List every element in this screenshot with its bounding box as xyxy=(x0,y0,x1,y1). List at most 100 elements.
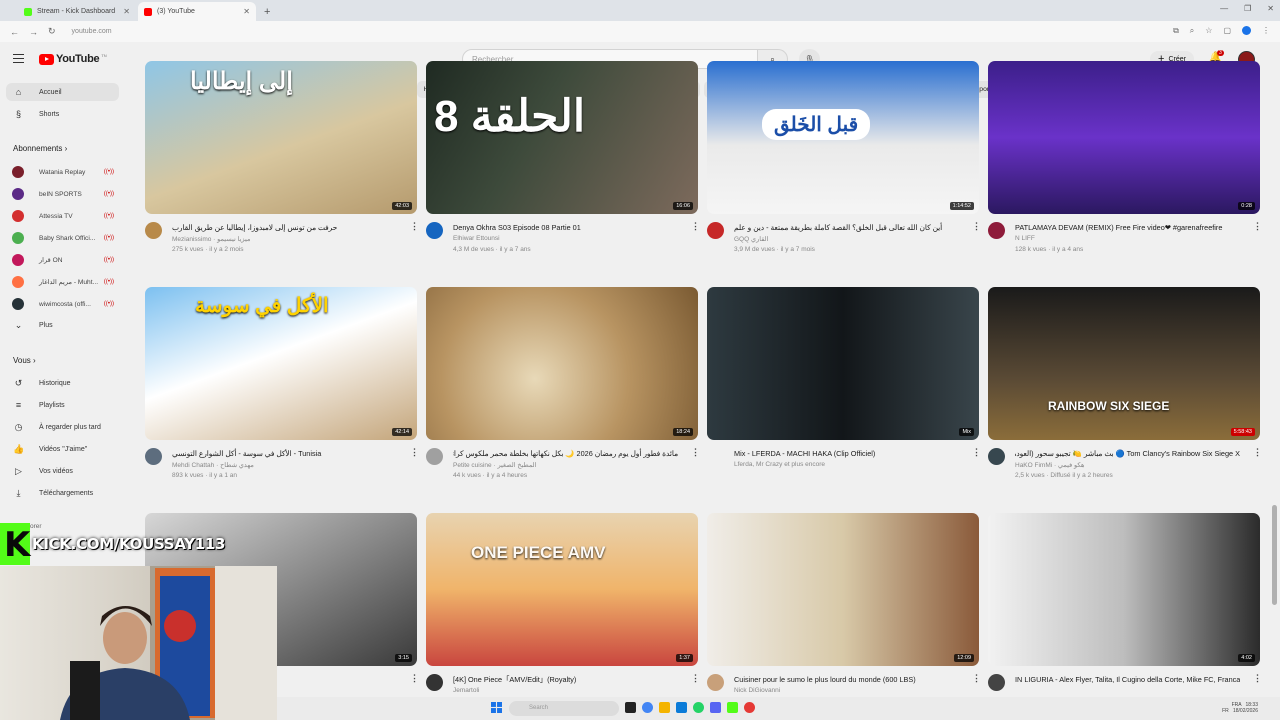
video-channel[interactable]: Mehdi Chattah · مهدي شطاح xyxy=(172,461,254,469)
channel-avatar[interactable] xyxy=(707,674,724,691)
more-actions-icon[interactable]: ⋮ xyxy=(1253,673,1262,684)
subscription-item[interactable]: قرار ON ((•)) xyxy=(12,251,122,269)
video-channel[interactable]: Jemartoli xyxy=(453,687,479,694)
opera-icon[interactable] xyxy=(744,702,755,713)
more-actions-icon[interactable]: ⋮ xyxy=(410,221,419,232)
channel-avatar[interactable] xyxy=(707,222,724,239)
reload-icon[interactable]: ↻ xyxy=(48,26,56,37)
more-actions-icon[interactable]: ⋮ xyxy=(691,221,700,232)
browser-tab-youtube[interactable]: (3) YouTube ✕ xyxy=(138,2,256,21)
video-channel[interactable]: Mezianissimo · ميزيا نيسيمو xyxy=(172,235,250,243)
video-title[interactable]: حرفت من تونس إلى لامبدوزا، إيطاليا عن طر… xyxy=(172,222,397,233)
subscriptions-header[interactable]: Abonnements › xyxy=(13,144,67,153)
video-thumbnail[interactable]: قبل الخَلق 1:14:52 xyxy=(707,61,979,214)
taskview-icon[interactable] xyxy=(625,702,636,713)
more-actions-icon[interactable]: ⋮ xyxy=(972,447,981,458)
video-title[interactable]: Tunisia - الأكل في سوسة - أكل الشوارع ال… xyxy=(172,448,397,459)
video-title[interactable]: Cuisiner pour le sumo le plus lourd du m… xyxy=(734,674,959,685)
sidebar-item-you-3[interactable]: 👍 Vidéos "J'aime" xyxy=(0,440,125,458)
more-actions-icon[interactable]: ⋮ xyxy=(972,221,981,232)
subscription-item[interactable]: Baby Shark Offici... ((•)) xyxy=(12,229,122,247)
browser-menu-icon[interactable]: ⋮ xyxy=(1262,26,1270,36)
sidebar-item-you-1[interactable]: ≡ Playlists xyxy=(0,396,125,414)
more-actions-icon[interactable]: ⋮ xyxy=(1253,447,1262,458)
subscription-item[interactable]: beIN SPORTS ((•)) xyxy=(12,185,122,203)
close-window-icon[interactable]: ✕ xyxy=(1267,4,1274,13)
video-title[interactable]: [4K] One Piece「AMV/Edit」(Royalty) xyxy=(453,674,678,685)
channel-avatar[interactable] xyxy=(426,448,443,465)
video-title[interactable]: Mix - LFERDA - MACHI HAKA (Clip Officiel… xyxy=(734,448,959,459)
video-title[interactable]: Denya Okhra S03 Episode 08 Partie 01 xyxy=(453,222,678,233)
forward-icon[interactable]: → xyxy=(29,27,38,37)
new-tab-icon[interactable]: + xyxy=(264,6,270,18)
extensions-icon[interactable]: ▢ xyxy=(1223,26,1231,36)
discord-icon[interactable] xyxy=(710,702,721,713)
whatsapp-icon[interactable] xyxy=(693,702,704,713)
video-title[interactable]: أين كان الله تعالى قبل الخلق؟ القصة كامل… xyxy=(734,222,959,233)
close-tab-icon[interactable]: ✕ xyxy=(243,7,250,16)
obs-icon[interactable] xyxy=(727,702,738,713)
bookmark-star-icon[interactable]: ☆ xyxy=(1205,26,1212,36)
maximize-icon[interactable]: ❐ xyxy=(1244,4,1251,13)
sidebar-item-you-0[interactable]: ↺ Historique xyxy=(0,374,125,392)
more-actions-icon[interactable]: ⋮ xyxy=(691,447,700,458)
channel-avatar[interactable] xyxy=(988,222,1005,239)
more-actions-icon[interactable]: ⋮ xyxy=(1253,221,1262,232)
video-channel[interactable]: Petite cuisine · المطبخ الصغير xyxy=(453,461,536,469)
video-thumbnail[interactable]: Mix xyxy=(707,287,979,440)
browser-tab-kick[interactable]: Stream - Kick Dashboard ✕ xyxy=(18,2,136,21)
page-scrollbar[interactable] xyxy=(1272,505,1277,605)
channel-avatar[interactable] xyxy=(426,674,443,691)
sidebar-item-you-5[interactable]: ⤓ Téléchargements xyxy=(0,484,125,502)
video-title[interactable]: PATLAMAYA DEVAM (REMIX) Free Fire video❤… xyxy=(1015,222,1240,233)
youtube-logo[interactable]: YouTube TN xyxy=(39,53,107,65)
more-actions-icon[interactable]: ⋮ xyxy=(691,673,700,684)
subscription-item[interactable]: Watania Replay ((•)) xyxy=(12,163,122,181)
video-channel[interactable]: Lferda, Mr Crazy et plus encore xyxy=(734,461,825,468)
video-thumbnail[interactable]: 4:02 xyxy=(988,513,1260,666)
video-thumbnail[interactable]: RAINBOW SIX SIEGE 5:58:43 xyxy=(988,287,1260,440)
minimize-icon[interactable]: — xyxy=(1220,4,1228,13)
taskbar-search[interactable]: Search xyxy=(509,701,619,716)
channel-avatar[interactable] xyxy=(145,448,162,465)
video-channel[interactable]: Nick DiGiovanni xyxy=(734,687,780,694)
video-thumbnail[interactable]: 8 الحلقة 16:06 xyxy=(426,61,698,214)
edge-icon[interactable] xyxy=(676,702,687,713)
subscription-item[interactable]: Attessia TV ((•)) xyxy=(12,207,122,225)
video-thumbnail[interactable]: الأكل في سوسة 42:14 xyxy=(145,287,417,440)
video-thumbnail[interactable]: إلى إيطاليا 42:03 xyxy=(145,61,417,214)
subscription-item[interactable]: مريم الداغار - Muht... ((•)) xyxy=(12,273,122,291)
channel-avatar[interactable] xyxy=(988,674,1005,691)
channel-avatar[interactable] xyxy=(426,222,443,239)
sidebar-item-more[interactable]: ⌄ Plus xyxy=(0,316,125,334)
profile-icon[interactable] xyxy=(1242,26,1251,35)
chrome-icon[interactable] xyxy=(642,702,653,713)
file-explorer-icon[interactable] xyxy=(659,702,670,713)
video-thumbnail[interactable]: ONE PIECE AMV 1:37 xyxy=(426,513,698,666)
sidebar-item-home[interactable]: ⌂ Accueil xyxy=(6,83,119,101)
video-channel[interactable]: Elhiwar Ettounsi xyxy=(453,235,500,242)
video-channel[interactable]: GQQ القاري xyxy=(734,235,768,243)
sidebar-item-you-4[interactable]: ▷ Vos vidéos xyxy=(0,462,125,480)
zoom-icon[interactable]: ⌕ xyxy=(1190,26,1194,36)
install-icon[interactable]: ⧉ xyxy=(1173,26,1179,36)
video-channel[interactable]: HaKO FimMi · هكو فيمي xyxy=(1015,461,1084,469)
close-tab-icon[interactable]: ✕ xyxy=(123,7,130,16)
hamburger-menu-icon[interactable] xyxy=(13,54,24,63)
sidebar-item-shorts[interactable]: § Shorts xyxy=(0,105,125,123)
video-thumbnail[interactable]: 12:09 xyxy=(707,513,979,666)
video-title[interactable]: IN LIGURIA - Alex Flyer, Talita, Il Cugi… xyxy=(1015,674,1240,685)
channel-avatar[interactable] xyxy=(988,448,1005,465)
video-title[interactable]: مائدة فطور أول يوم رمضان 2026 🌙 بكل نكها… xyxy=(453,448,678,459)
more-actions-icon[interactable]: ⋮ xyxy=(410,673,419,684)
you-header[interactable]: Vous › xyxy=(13,356,36,365)
video-channel[interactable]: N LIFF xyxy=(1015,235,1035,242)
video-title[interactable]: Tom Clancy's Rainbow Six Siege X 🔵 بث مب… xyxy=(1015,448,1240,459)
video-thumbnail[interactable]: 0:28 xyxy=(988,61,1260,214)
windows-start-icon[interactable] xyxy=(491,702,502,713)
sidebar-item-you-2[interactable]: ◷ À regarder plus tard xyxy=(0,418,125,436)
subscription-item[interactable]: wiwimcosta (offi... ((•)) xyxy=(12,295,122,313)
channel-avatar[interactable] xyxy=(145,222,162,239)
video-thumbnail[interactable]: 18:24 xyxy=(426,287,698,440)
back-icon[interactable]: ← xyxy=(10,27,19,37)
